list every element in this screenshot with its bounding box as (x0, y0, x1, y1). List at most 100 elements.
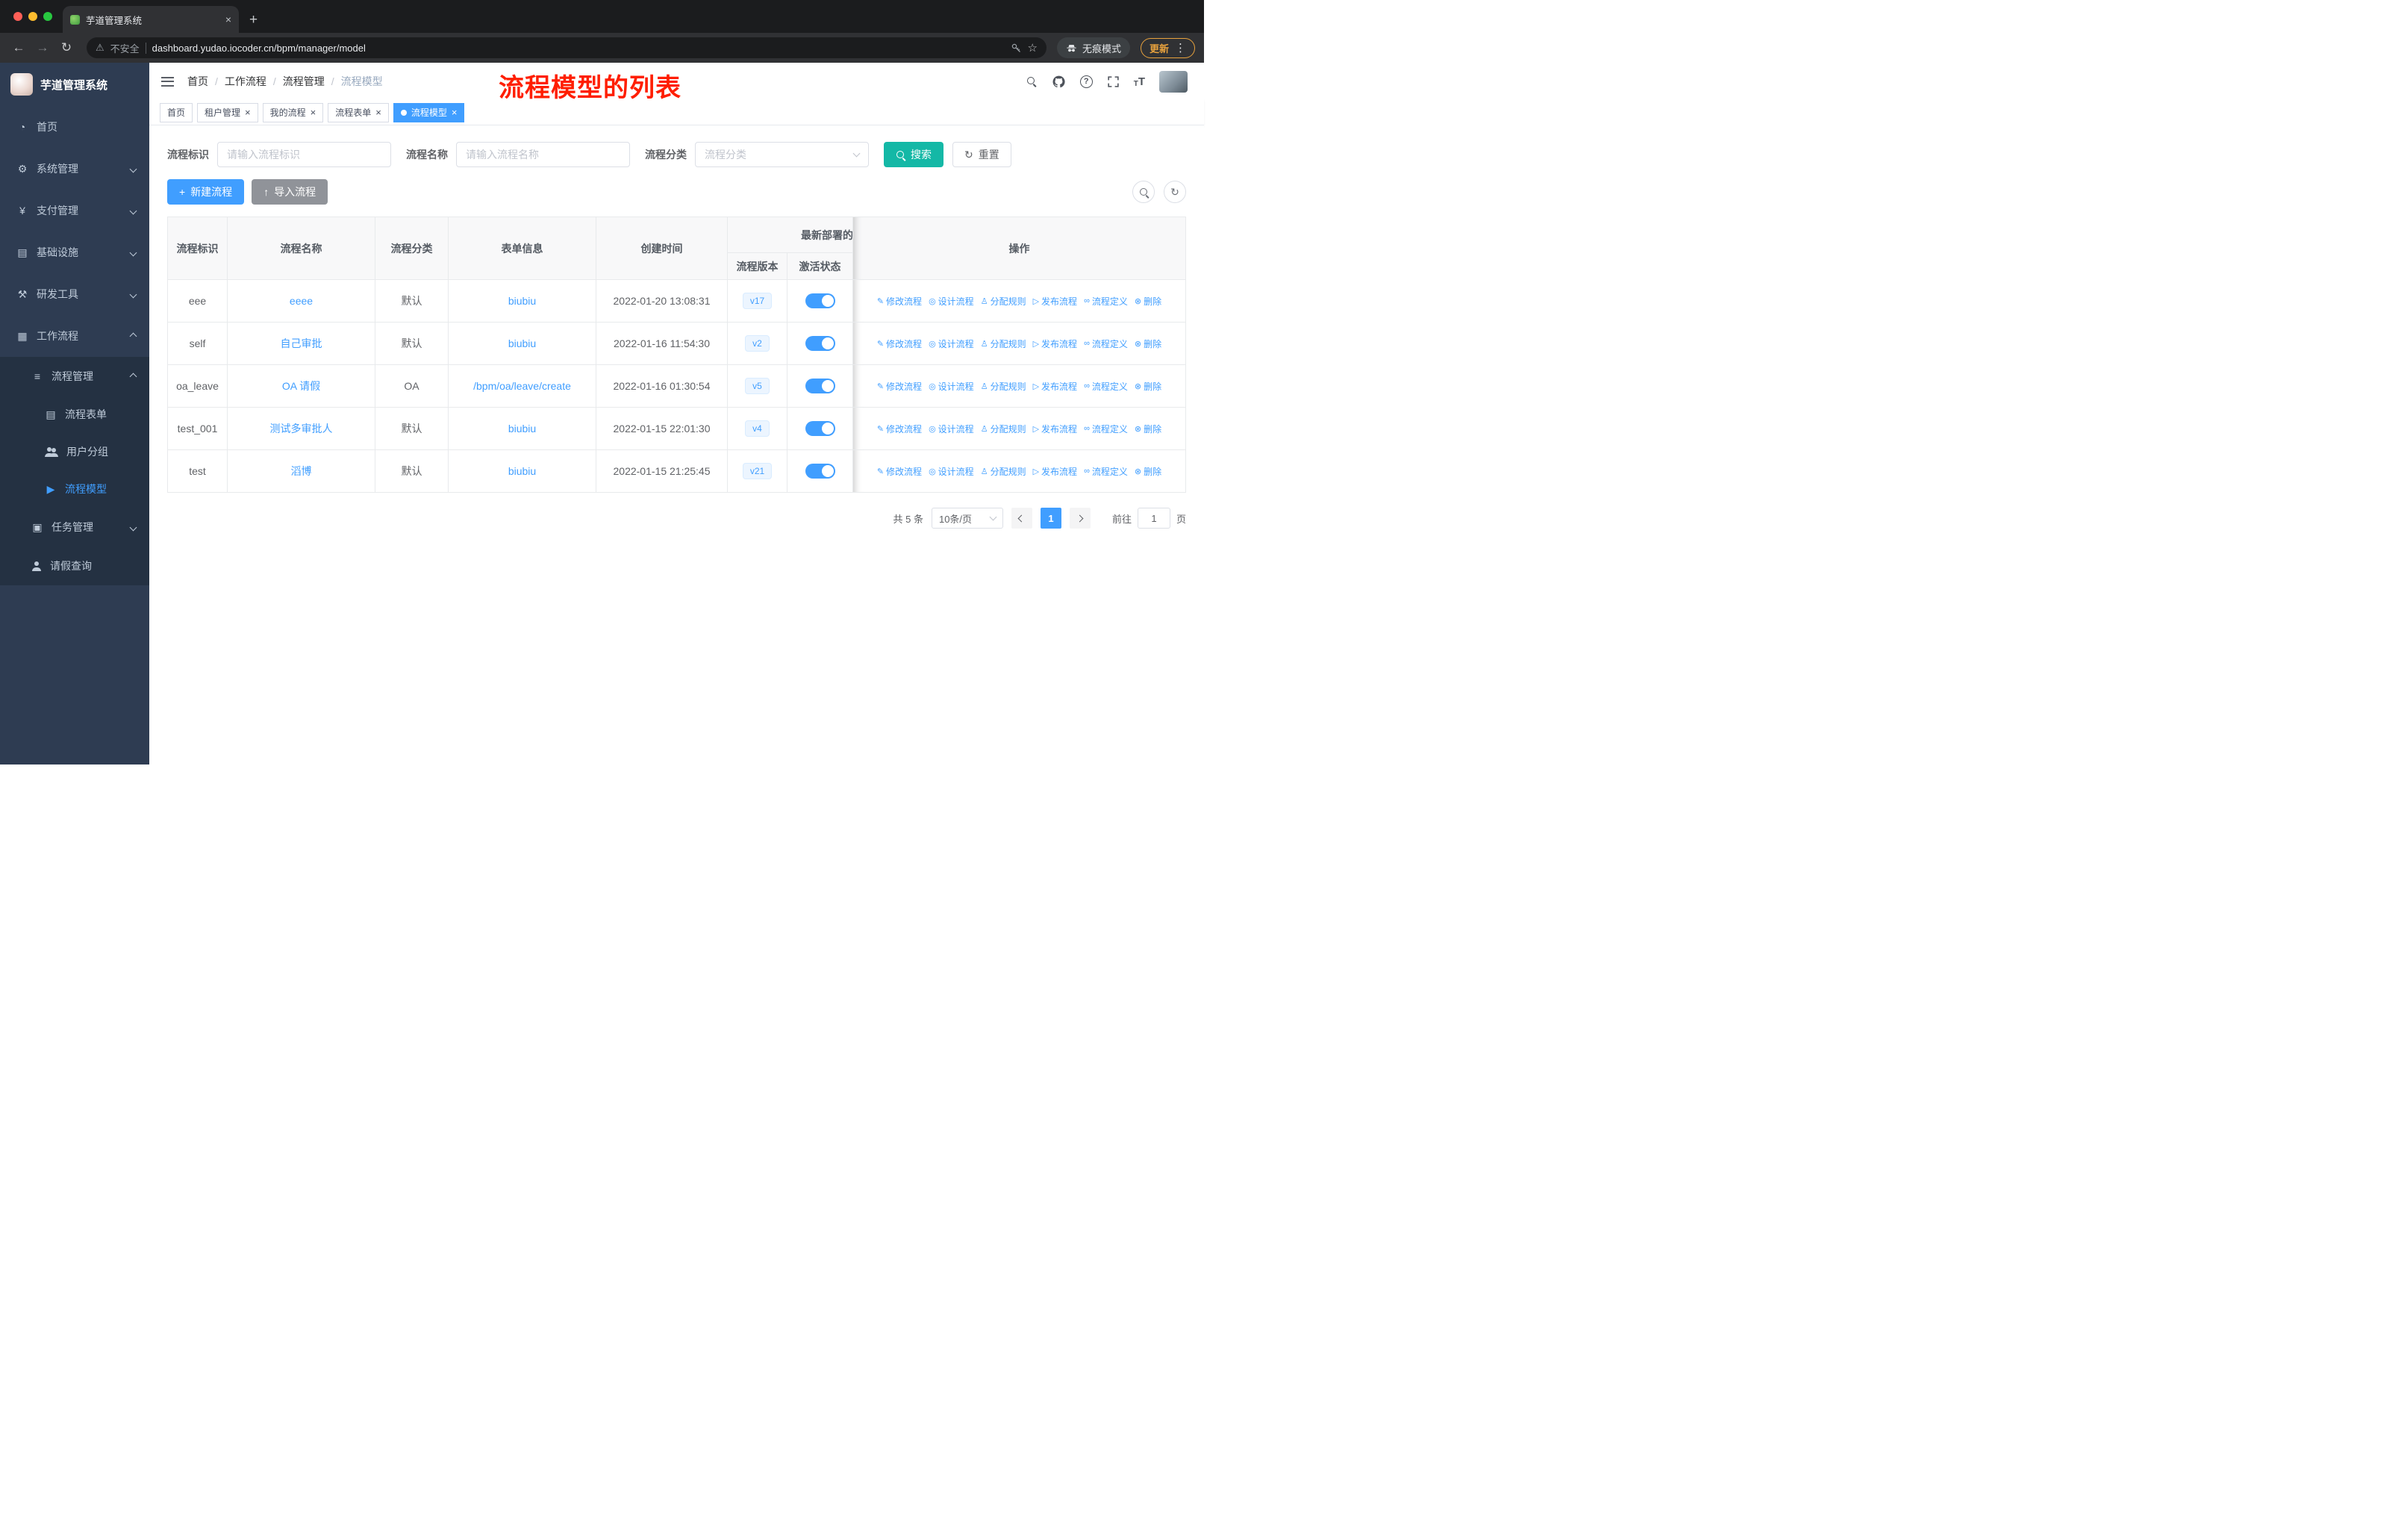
active-toggle[interactable] (805, 464, 835, 479)
model-name-link[interactable]: 自己审批 (281, 337, 322, 349)
category-select[interactable]: 流程分类 (695, 142, 869, 167)
sidebar-item-devtools[interactable]: ⚒ 研发工具 (0, 273, 149, 315)
definition-link[interactable]: ∞ 流程定义 (1084, 337, 1128, 350)
sidebar-item-process-form[interactable]: ▤ 流程表单 (0, 396, 149, 433)
reset-button[interactable]: ↻ 重置 (952, 142, 1011, 167)
url-text[interactable]: dashboard.yudao.iocoder.cn/bpm/manager/m… (152, 43, 1005, 54)
definition-link[interactable]: ∞ 流程定义 (1084, 423, 1128, 435)
design-link[interactable]: ◎ 设计流程 (929, 423, 974, 435)
zoom-window-button[interactable] (43, 12, 52, 21)
design-link[interactable]: ◎ 设计流程 (929, 295, 974, 308)
active-toggle[interactable] (805, 421, 835, 436)
address-bar[interactable]: ⚠ 不安全 dashboard.yudao.iocoder.cn/bpm/man… (87, 37, 1047, 58)
search-icon[interactable] (1026, 76, 1038, 87)
help-icon[interactable]: ? (1079, 75, 1093, 88)
sidebar-item-user-group[interactable]: 用户分组 (0, 433, 149, 470)
assign-rule-link[interactable]: ♙ 分配规则 (981, 337, 1026, 350)
github-icon[interactable] (1052, 75, 1066, 89)
next-page-button[interactable] (1069, 508, 1091, 529)
definition-link[interactable]: ∞ 流程定义 (1084, 380, 1128, 393)
tab-close-icon[interactable]: × (225, 13, 231, 25)
delete-link[interactable]: ⊗ 删除 (1135, 380, 1161, 393)
sidebar-item-workflow[interactable]: ▦ 工作流程 (0, 315, 149, 357)
breadcrumb-item[interactable]: 工作流程 (225, 74, 266, 89)
model-name-link[interactable]: OA 请假 (282, 380, 320, 392)
goto-page-input[interactable] (1137, 508, 1170, 529)
form-link[interactable]: biubiu (508, 295, 536, 307)
form-link[interactable]: /bpm/oa/leave/create (473, 380, 571, 392)
assign-rule-link[interactable]: ♙ 分配规则 (981, 380, 1026, 393)
model-name-input[interactable] (456, 142, 630, 167)
publish-link[interactable]: ▷ 发布流程 (1033, 423, 1077, 435)
tag-item[interactable]: 我的流程 × (262, 102, 324, 122)
definition-link[interactable]: ∞ 流程定义 (1084, 295, 1128, 308)
reload-icon[interactable]: ↻ (57, 40, 76, 55)
sidebar-item-system[interactable]: ⚙ 系统管理 (0, 148, 149, 190)
security-label[interactable]: 不安全 (110, 41, 140, 55)
page-size-select[interactable]: 10条/页 (931, 508, 1003, 529)
sidebar-item-process-model[interactable]: ▶ 流程模型 (0, 470, 149, 508)
active-toggle[interactable] (805, 336, 835, 351)
form-link[interactable]: biubiu (508, 337, 536, 349)
key-icon[interactable] (1011, 43, 1022, 54)
assign-rule-link[interactable]: ♙ 分配规则 (981, 423, 1026, 435)
form-link[interactable]: biubiu (508, 465, 536, 477)
breadcrumb-item[interactable]: 流程管理 (283, 74, 325, 89)
publish-link[interactable]: ▷ 发布流程 (1033, 295, 1077, 308)
refresh-table-button[interactable]: ↻ (1164, 181, 1186, 203)
tag-item[interactable]: 租户管理 × (197, 102, 258, 122)
close-icon[interactable]: × (245, 108, 251, 117)
close-icon[interactable]: × (311, 108, 316, 117)
minimize-window-button[interactable] (28, 12, 37, 21)
close-icon[interactable]: × (452, 108, 458, 117)
bookmark-star-icon[interactable]: ☆ (1028, 41, 1038, 55)
search-button[interactable]: 搜索 (884, 142, 943, 167)
browser-tab[interactable]: 芋道管理系统 × (63, 6, 239, 33)
assign-rule-link[interactable]: ♙ 分配规则 (981, 465, 1026, 478)
assign-rule-link[interactable]: ♙ 分配规则 (981, 295, 1026, 308)
sidebar-item-payment[interactable]: ¥ 支付管理 (0, 190, 149, 231)
hamburger-icon[interactable] (161, 76, 174, 87)
page-number-button[interactable]: 1 (1040, 508, 1061, 529)
delete-link[interactable]: ⊗ 删除 (1135, 295, 1161, 308)
modify-link[interactable]: ✎ 修改流程 (877, 423, 922, 435)
prev-page-button[interactable] (1011, 508, 1032, 529)
sidebar-item-task-mgmt[interactable]: ▣ 任务管理 (0, 508, 149, 546)
modify-link[interactable]: ✎ 修改流程 (877, 380, 922, 393)
active-toggle[interactable] (805, 379, 835, 393)
model-key-input[interactable] (217, 142, 391, 167)
fullscreen-icon[interactable] (1107, 75, 1120, 88)
breadcrumb-item[interactable]: 首页 (187, 74, 208, 89)
tag-item[interactable]: 流程模型 × (393, 102, 465, 122)
tag-item[interactable]: 流程表单 × (328, 102, 389, 122)
modify-link[interactable]: ✎ 修改流程 (877, 295, 922, 308)
delete-link[interactable]: ⊗ 删除 (1135, 337, 1161, 350)
close-icon[interactable]: × (375, 108, 381, 117)
model-name-link[interactable]: 滔博 (291, 465, 312, 477)
publish-link[interactable]: ▷ 发布流程 (1033, 380, 1077, 393)
create-model-button[interactable]: + 新建流程 (167, 179, 245, 205)
design-link[interactable]: ◎ 设计流程 (929, 380, 974, 393)
menu-kebab-icon[interactable]: ⋮ (1175, 41, 1186, 55)
design-link[interactable]: ◎ 设计流程 (929, 337, 974, 350)
definition-link[interactable]: ∞ 流程定义 (1084, 465, 1128, 478)
sidebar-item-infra[interactable]: ▤ 基础设施 (0, 231, 149, 273)
modify-link[interactable]: ✎ 修改流程 (877, 465, 922, 478)
close-window-button[interactable] (13, 12, 22, 21)
update-button[interactable]: 更新 ⋮ (1140, 37, 1195, 58)
tag-item[interactable]: 首页 (160, 102, 193, 122)
sidebar-item-leave-query[interactable]: 请假查询 (0, 546, 149, 585)
model-name-link[interactable]: 测试多审批人 (270, 423, 333, 435)
user-avatar[interactable] (1159, 70, 1188, 93)
show-search-button[interactable] (1132, 181, 1155, 203)
forward-icon[interactable]: → (33, 40, 52, 55)
delete-link[interactable]: ⊗ 删除 (1135, 423, 1161, 435)
active-toggle[interactable] (805, 293, 835, 308)
model-name-link[interactable]: eeee (290, 295, 313, 307)
design-link[interactable]: ◎ 设计流程 (929, 465, 974, 478)
publish-link[interactable]: ▷ 发布流程 (1033, 465, 1077, 478)
form-link[interactable]: biubiu (508, 423, 536, 435)
font-size-icon[interactable]: TT (1134, 75, 1145, 88)
new-tab-button[interactable]: + (249, 13, 258, 27)
sidebar-item-home[interactable]: ◔ 首页 (0, 106, 149, 148)
